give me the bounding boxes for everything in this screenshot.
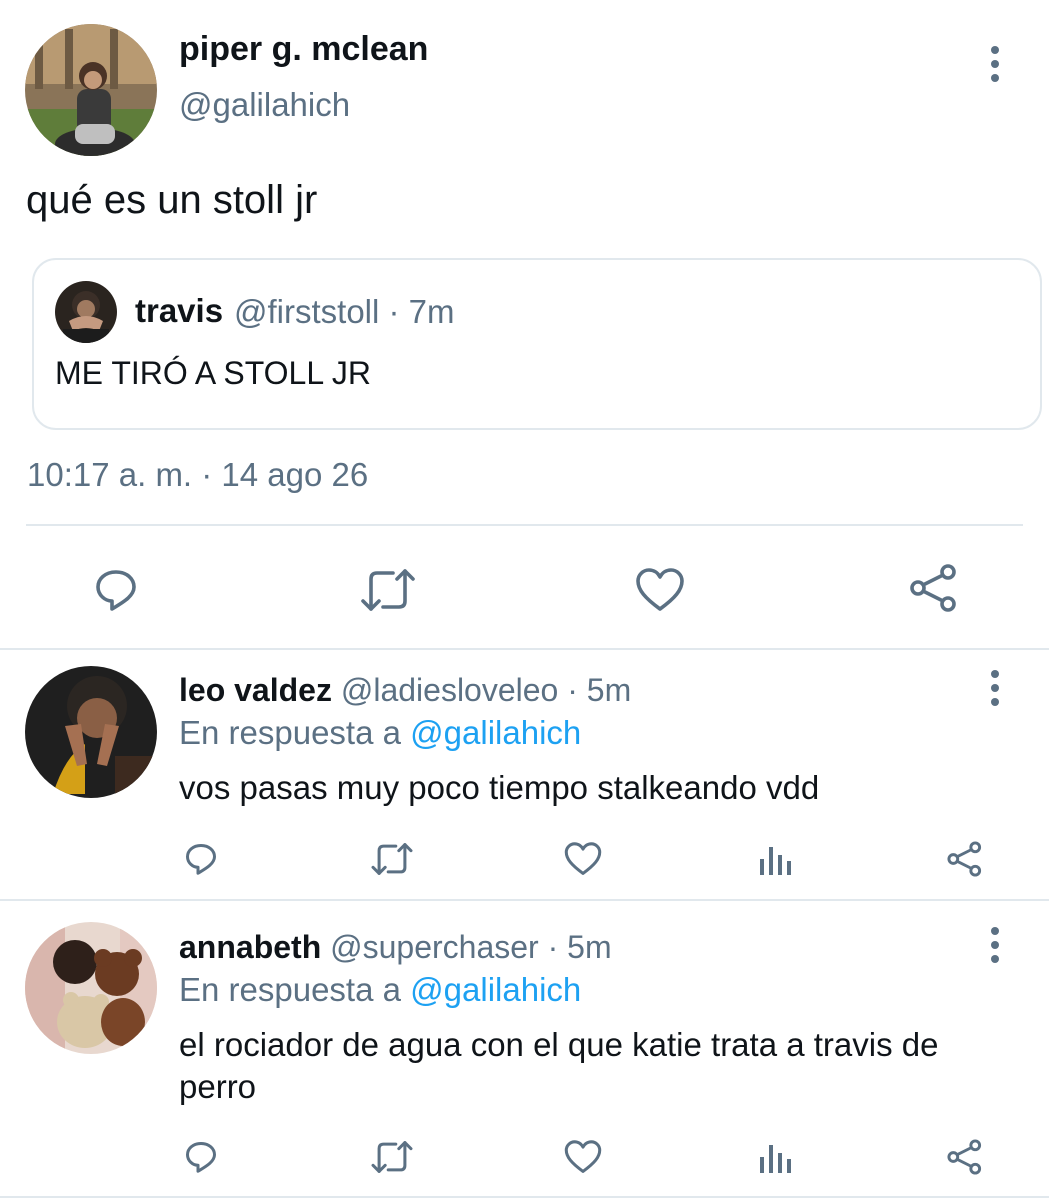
avatar-photo <box>25 922 157 1054</box>
divider <box>26 524 1023 526</box>
tweet-text: el rociador de agua con el que katie tra… <box>179 1026 939 1105</box>
share-button[interactable] <box>944 838 986 880</box>
display-name[interactable]: piper g. mclean <box>179 30 428 69</box>
avatar[interactable] <box>25 24 157 156</box>
quoted-avatar <box>55 281 117 343</box>
user-handle[interactable]: @ladiesloveleo · 5m <box>341 672 631 708</box>
reply-button[interactable] <box>181 838 221 880</box>
quoted-user-handle: @firststoll · 7m <box>234 293 455 330</box>
more-options-icon[interactable] <box>980 668 1010 708</box>
like-button[interactable] <box>632 562 688 618</box>
reply-button[interactable] <box>88 562 144 618</box>
avatar-photo <box>25 24 157 156</box>
tweet-text: qué es un stoll jr <box>26 178 318 222</box>
retweet-button[interactable] <box>369 838 415 880</box>
user-handle[interactable]: @superchaser · 5m <box>330 929 611 965</box>
reply-button[interactable] <box>181 1136 221 1178</box>
reply-display-name[interactable]: annabeth <box>179 929 321 965</box>
retweet-icon <box>361 569 415 611</box>
analytics-button[interactable] <box>755 840 795 880</box>
share-button[interactable] <box>944 1136 986 1178</box>
quoted-display-name: travis <box>135 292 224 329</box>
mention-link[interactable]: @galilahich <box>410 971 581 1008</box>
display-name[interactable]: leo valdez @ladiesloveleo · 5m <box>179 672 631 709</box>
mention-link[interactable]: @galilahich <box>410 714 581 751</box>
analytics-icon <box>760 1145 791 1173</box>
divider <box>0 899 1049 901</box>
tweet-timestamp[interactable]: 10:17 a. m. · 14 ago 26 <box>27 456 368 494</box>
reply-icon <box>186 1142 216 1173</box>
main-tweet: piper g. mclean @galilahich qué es un st… <box>0 0 1049 650</box>
share-icon <box>947 1139 982 1175</box>
reply-prefix: En respuesta a <box>179 971 401 1008</box>
like-icon <box>564 1140 602 1173</box>
retweet-button[interactable] <box>358 562 418 618</box>
analytics-button[interactable] <box>755 1138 795 1178</box>
quoted-tweet-text: ME TIRÓ A STOLL JR <box>55 355 371 391</box>
share-icon <box>947 841 982 877</box>
more-options-icon[interactable] <box>980 44 1010 84</box>
quoted-avatar-photo <box>55 281 117 343</box>
tweet-text: vos pasas muy poco tiempo stalkeando vdd <box>179 769 820 806</box>
divider <box>0 1196 1049 1198</box>
retweet-button[interactable] <box>369 1136 415 1178</box>
quoted-tweet[interactable]: travis @firststoll · 7m ME TIRÓ A STOLL … <box>32 258 1042 430</box>
avatar[interactable] <box>25 922 157 1054</box>
like-button[interactable] <box>562 838 604 880</box>
avatar-photo <box>25 666 157 798</box>
like-icon <box>636 568 684 611</box>
reply-prefix: En respuesta a <box>179 714 401 751</box>
share-button[interactable] <box>906 560 962 616</box>
analytics-icon <box>760 847 791 875</box>
more-options-icon[interactable] <box>980 925 1010 965</box>
share-icon <box>910 564 956 612</box>
like-icon <box>564 842 602 875</box>
display-name[interactable]: annabeth @superchaser · 5m <box>179 929 612 966</box>
reply-display-name[interactable]: leo valdez <box>179 672 332 708</box>
divider <box>0 648 1049 650</box>
reply-context: En respuesta a @galilahich <box>179 971 581 1009</box>
avatar[interactable] <box>25 666 157 798</box>
reply-icon <box>186 844 216 875</box>
like-button[interactable] <box>562 1136 604 1178</box>
retweet-icon <box>371 843 413 875</box>
user-handle[interactable]: @galilahich <box>179 86 350 124</box>
reply-context: En respuesta a @galilahich <box>179 714 581 752</box>
reply-icon <box>96 570 136 611</box>
retweet-icon <box>371 1141 413 1173</box>
